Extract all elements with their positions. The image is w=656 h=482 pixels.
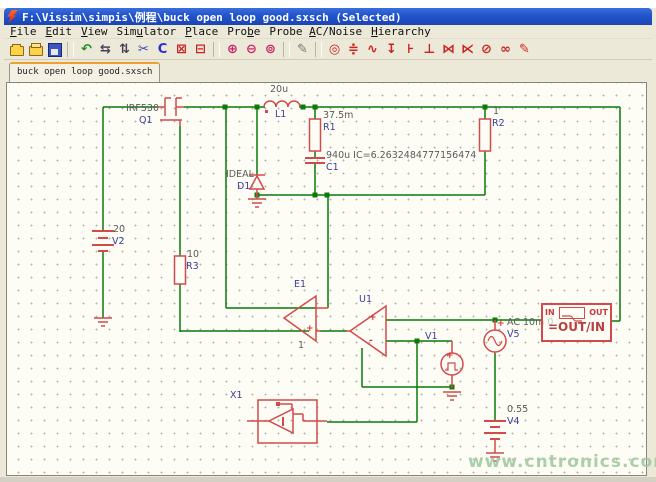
app-window: { "window": { "title": "F:\\Vissim\\simp… bbox=[0, 0, 656, 482]
toolbar-separator bbox=[67, 42, 74, 57]
place-capacitor-icon[interactable]: ≑ bbox=[345, 41, 362, 58]
zoom-fit-icon[interactable]: ⊚ bbox=[262, 41, 279, 58]
menu-simulator[interactable]: Simulator bbox=[117, 25, 177, 38]
place-vsource-icon[interactable]: ⊘ bbox=[478, 41, 495, 58]
place-ground-icon[interactable]: ↧ bbox=[383, 41, 400, 58]
menu-probe[interactable]: Probe bbox=[227, 25, 260, 38]
place-isource-icon[interactable]: ∞ bbox=[497, 41, 514, 58]
window-bottom-edge bbox=[0, 477, 656, 482]
flip-vertical-icon[interactable]: ⇅ bbox=[116, 41, 133, 58]
toolbar-separator bbox=[213, 42, 220, 57]
place-part-icon[interactable]: ⊠ bbox=[173, 41, 190, 58]
rotate-icon[interactable]: C bbox=[154, 41, 171, 58]
place-npn-icon[interactable]: ⊦ bbox=[402, 41, 419, 58]
wire-mode-icon[interactable]: ⊟ bbox=[192, 41, 209, 58]
menu-file[interactable]: File bbox=[10, 25, 37, 38]
place-inductor-icon[interactable]: ∿ bbox=[364, 41, 381, 58]
bode-probe[interactable]: IN OUT =OUT/IN bbox=[541, 303, 612, 342]
place-probe-icon[interactable]: ◎ bbox=[326, 41, 343, 58]
probe-pencil-icon[interactable]: ✎ bbox=[516, 41, 533, 58]
probe-in-label: IN bbox=[545, 308, 555, 317]
schematic-canvas[interactable] bbox=[6, 82, 647, 476]
place-diode-icon[interactable]: ⋈ bbox=[440, 41, 457, 58]
annotate-pencil-icon[interactable]: ✎ bbox=[294, 41, 311, 58]
zoom-in-icon[interactable]: ⊕ bbox=[224, 41, 241, 58]
desktop-margin bbox=[0, 0, 656, 8]
cut-icon[interactable]: ✂ bbox=[135, 41, 152, 58]
menu-place[interactable]: Place bbox=[185, 25, 218, 38]
probe-out-label: OUT bbox=[589, 308, 608, 317]
transfer-curve-icon bbox=[559, 307, 585, 319]
toolbar: ↶⇆⇅✂C⊠⊟⊕⊖⊚✎◎≑∿↧⊦⊥⋈⋉⊘∞✎ bbox=[4, 39, 652, 60]
menu-view[interactable]: View bbox=[81, 25, 108, 38]
probe-expression: =OUT/IN bbox=[543, 320, 610, 334]
place-zener-icon[interactable]: ⋉ bbox=[459, 41, 476, 58]
app-icon bbox=[7, 10, 18, 23]
menu-edit[interactable]: Edit bbox=[46, 25, 73, 38]
toolbar-separator bbox=[283, 42, 290, 57]
open-schematic-icon[interactable] bbox=[8, 41, 25, 58]
schematic-tab[interactable]: buck open loop good.sxsch bbox=[9, 62, 160, 83]
flip-horizontal-icon[interactable]: ⇆ bbox=[97, 41, 114, 58]
window-title: F:\Vissim\simpis\例程\buck open loop good.… bbox=[22, 9, 402, 25]
zoom-out-icon[interactable]: ⊖ bbox=[243, 41, 260, 58]
new-schematic-icon[interactable] bbox=[27, 41, 44, 58]
menu-probe-ac-noise[interactable]: Probe AC/Noise bbox=[269, 25, 362, 38]
menu-bar: File Edit View Simulator Place Probe Probe AC/… bbox=[4, 25, 652, 39]
undo-icon[interactable]: ↶ bbox=[78, 41, 95, 58]
tab-bar: buck open loop good.sxsch bbox=[4, 60, 652, 82]
watermark: www.cntronics.com bbox=[468, 452, 656, 472]
menu-hierarchy[interactable]: Hierarchy bbox=[371, 25, 431, 38]
toolbar-separator bbox=[315, 42, 322, 57]
title-bar[interactable]: F:\Vissim\simpis\例程\buck open loop good.… bbox=[4, 8, 652, 25]
save-icon[interactable] bbox=[46, 41, 63, 58]
place-pnp-icon[interactable]: ⊥ bbox=[421, 41, 438, 58]
